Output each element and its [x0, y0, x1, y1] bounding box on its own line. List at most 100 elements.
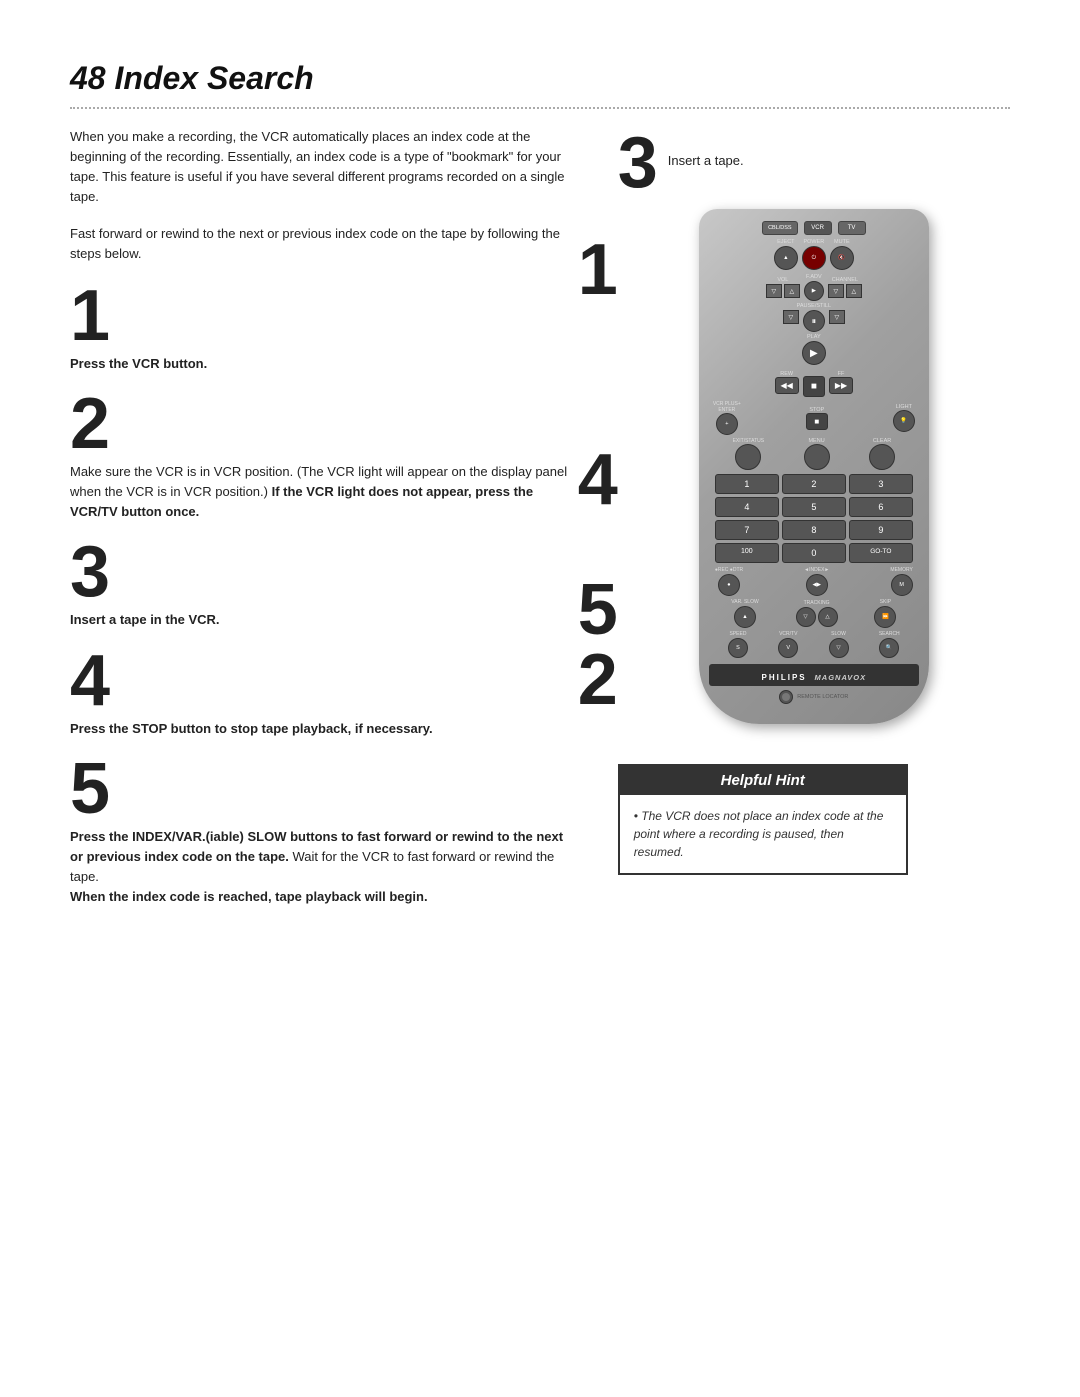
num5-button[interactable]: 5 — [782, 497, 846, 517]
helpful-hint-body: • The VCR does not place an index code a… — [620, 795, 906, 873]
tracking-down-button[interactable]: ▽ — [796, 607, 816, 627]
ff-button[interactable]: ▶▶ — [829, 377, 853, 394]
eject-label: EJECT — [777, 239, 794, 245]
magnavox-brand: MAGNAVOX — [815, 673, 867, 682]
vol-buttons: ▽ △ — [766, 284, 800, 298]
index-button[interactable]: ◀▶ — [806, 574, 828, 596]
rec-dtr-button[interactable]: ● — [718, 574, 740, 596]
num3-button[interactable]: 3 — [849, 474, 913, 494]
channel-group: CHANNEL ▽ △ — [828, 277, 862, 298]
stop-group: STOP ■ — [806, 407, 828, 430]
rew-ff-row: REW ◀◀ ■ FF ▶▶ — [709, 368, 919, 397]
stop-button[interactable]: ■ — [803, 376, 825, 397]
slow-group: SLOW ▽ — [829, 631, 849, 658]
right-num-2: 2 — [578, 639, 618, 721]
main-layout: When you make a recording, the VCR autom… — [70, 127, 1010, 921]
vol-fadv-channel-row: VOL ▽ △ F.ADV ▶ CHANNEL — [709, 274, 919, 301]
channel-up-button[interactable]: △ — [846, 284, 862, 298]
num1-button[interactable]: 1 — [715, 474, 779, 494]
cbl-dss-button[interactable]: CBL/DSS — [762, 221, 798, 235]
num7-button[interactable]: 7 — [715, 520, 779, 540]
pause-down-button[interactable]: ▽ — [783, 310, 799, 324]
tracking-up-button[interactable]: △ — [818, 607, 838, 627]
vcr-plus-row: VCR PLUS+ ENTER + STOP ■ LIGHT 💡 — [713, 401, 915, 435]
exit-status-button[interactable] — [735, 444, 761, 470]
rew-group: REW ◀◀ — [775, 371, 799, 394]
index-label-text: ◄INDEX► — [804, 567, 829, 573]
vcr-tv-button[interactable]: V — [778, 638, 798, 658]
tv-button[interactable]: TV — [838, 221, 866, 235]
pause-still-button[interactable]: ⏸ — [803, 310, 825, 332]
pause-up-button[interactable]: ▽ — [829, 310, 845, 324]
stop-button2[interactable]: ■ — [806, 413, 828, 430]
fadv-button[interactable]: ▶ — [804, 281, 824, 301]
speed-vcrtv-slow-search-row: SPEED S VCR/TV V SLOW ▽ SEARCH — [713, 631, 915, 658]
step-2-block: 2 Make sure the VCR is in VCR position. … — [70, 388, 578, 522]
step-1-number: 1 — [70, 280, 578, 352]
page-container: 48 Index Search When you make a recordin… — [0, 0, 1080, 1397]
vol-label: VOL — [777, 277, 788, 283]
vcr-plus-button[interactable]: + — [716, 413, 738, 435]
page-title: 48 Index Search — [70, 60, 1010, 97]
skip-button[interactable]: ⏩ — [874, 606, 896, 628]
memory-group: MEMORY M — [890, 567, 912, 596]
play-button[interactable]: ▶ — [802, 341, 826, 365]
search-button[interactable]: 🔍 — [879, 638, 899, 658]
remote-control: CBL/DSS VCR TV EJECT ▲ POWER ⏻ — [699, 209, 929, 724]
right-column: 3 Insert a tape. 1 4 5 2 CBL/DSS VCR — [618, 127, 1010, 921]
num4-button[interactable]: 4 — [715, 497, 779, 517]
channel-buttons: ▽ △ — [828, 284, 862, 298]
vol-down-button[interactable]: ▽ — [766, 284, 782, 298]
num8-button[interactable]: 8 — [782, 520, 846, 540]
step-2-number: 2 — [70, 388, 578, 460]
eject-power-mute-row: EJECT ▲ POWER ⏻ MUTE 🔇 — [709, 239, 919, 270]
slow-button[interactable]: ▽ — [829, 638, 849, 658]
remote-mode-buttons: CBL/DSS VCR TV — [709, 221, 919, 235]
vol-up-button[interactable]: △ — [784, 284, 800, 298]
rec-dtr-group: ●REC ●DTR ● — [715, 567, 743, 596]
power-button[interactable]: ⏻ — [802, 246, 826, 270]
light-button[interactable]: 💡 — [893, 410, 915, 432]
vcr-button[interactable]: VCR — [804, 221, 832, 235]
step-3-block: 3 Insert a tape in the VCR. — [70, 536, 578, 630]
num100-button[interactable]: 100 — [715, 543, 779, 563]
speed-button[interactable]: S — [728, 638, 748, 658]
remote-area: 1 4 5 2 CBL/DSS VCR TV — [618, 209, 1010, 724]
clear-button[interactable] — [869, 444, 895, 470]
channel-label: CHANNEL — [832, 277, 858, 283]
tracking-label: TRACKING — [804, 600, 830, 606]
index-group: ◄INDEX► ◀▶ — [804, 567, 829, 596]
speed-group: SPEED S — [728, 631, 748, 658]
mute-button[interactable]: 🔇 — [830, 246, 854, 270]
numpad: 1 2 3 4 5 6 7 8 9 100 0 GO-TO — [715, 474, 913, 563]
step-1-bold: Press the VCR button. — [70, 356, 207, 371]
channel-down-button[interactable]: ▽ — [828, 284, 844, 298]
play-row: ▶ — [709, 341, 919, 365]
var-slow-button[interactable]: ▲ — [734, 606, 756, 628]
vcr-plus-group: VCR PLUS+ ENTER + — [713, 401, 741, 435]
num6-button[interactable]: 6 — [849, 497, 913, 517]
power-label: POWER — [803, 239, 824, 245]
rew-button[interactable]: ◀◀ — [775, 377, 799, 394]
vcr-tv-label: VCR/TV — [779, 631, 797, 637]
pause-still-row: ▽ ⏸ ▽ — [709, 310, 919, 332]
num9-button[interactable]: 9 — [849, 520, 913, 540]
dotted-rule — [70, 107, 1010, 109]
eject-button[interactable]: ▲ — [774, 246, 798, 270]
step-4-bold: Press the STOP button to stop tape playb… — [70, 721, 433, 736]
step-3-bold: Insert a tape in the VCR. — [70, 612, 220, 627]
step-1-block: 1 Press the VCR button. — [70, 280, 578, 374]
right-num-1: 1 — [578, 229, 618, 311]
num0-button[interactable]: 0 — [782, 543, 846, 563]
slow-label: SLOW — [831, 631, 846, 637]
memory-button[interactable]: M — [891, 574, 913, 596]
mute-label: MUTE — [834, 239, 850, 245]
right-num-4: 4 — [578, 439, 618, 521]
menu-button[interactable] — [804, 444, 830, 470]
search-group: SEARCH 🔍 — [879, 631, 900, 658]
goto-button[interactable]: GO-TO — [849, 543, 913, 563]
exit-status-group: EXIT/STATUS — [733, 438, 764, 470]
memory-label: MEMORY — [890, 567, 912, 573]
num2-button[interactable]: 2 — [782, 474, 846, 494]
exit-menu-clear-row: EXIT/STATUS MENU CLEAR — [713, 438, 915, 470]
